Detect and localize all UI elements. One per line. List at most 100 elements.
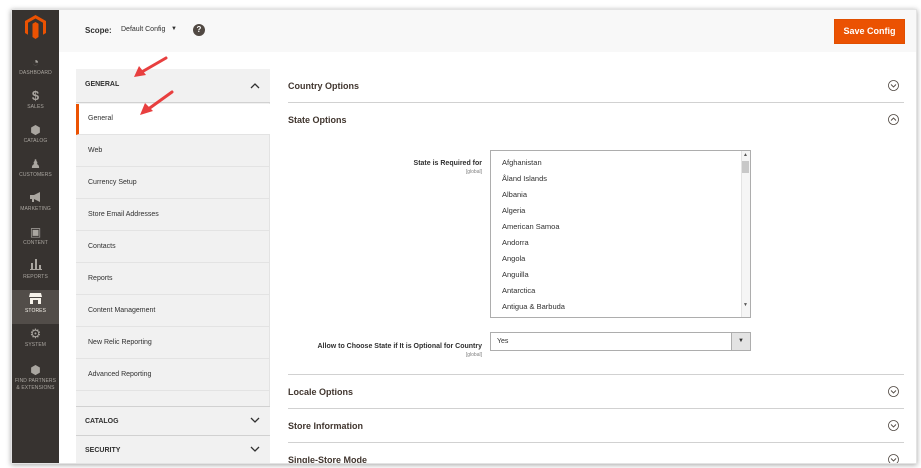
- country-option[interactable]: Algeria: [502, 206, 525, 215]
- tab-item-label: Currency Setup: [88, 179, 137, 186]
- chevron-up-icon: [250, 83, 260, 89]
- section-locale-options[interactable]: Locale Options: [288, 375, 904, 409]
- chevron-up-circle-icon[interactable]: [888, 114, 899, 125]
- country-option[interactable]: Anguilla: [502, 270, 529, 279]
- country-option[interactable]: Angola: [502, 254, 525, 263]
- tab-item-web[interactable]: Web: [76, 136, 270, 167]
- chevron-down-circle-icon: [888, 420, 899, 431]
- allow-optional-scope: [global]: [465, 352, 482, 358]
- country-option[interactable]: Andorra: [502, 238, 529, 247]
- tab-item-content-management[interactable]: Content Management: [76, 296, 270, 327]
- tab-item-store-email-addresses[interactable]: Store Email Addresses: [76, 200, 270, 231]
- tab-item-new-relic-reporting[interactable]: New Relic Reporting: [76, 328, 270, 359]
- scope-switcher[interactable]: Default Config: [121, 26, 165, 33]
- menu-label: SYSTEM: [24, 342, 47, 348]
- country-option[interactable]: Albania: [502, 190, 527, 199]
- menu-label: STORES: [24, 308, 47, 314]
- country-option[interactable]: Antigua & Barbuda: [502, 302, 565, 311]
- dashboard-icon: ◔: [31, 55, 40, 69]
- tab-item-label: Web: [88, 147, 103, 154]
- tab-section-title: CATALOG: [85, 418, 119, 425]
- bar-chart-icon: [12, 259, 59, 273]
- country-option[interactable]: American Samoa: [502, 222, 560, 231]
- menu-label: CONTENT: [23, 240, 48, 246]
- section-title[interactable]: State Options: [288, 115, 347, 125]
- section-title: Locale Options: [288, 387, 354, 397]
- person-icon: ♟: [30, 157, 41, 171]
- country-option[interactable]: Antarctica: [502, 286, 535, 295]
- caret-down-icon[interactable]: ▼: [731, 333, 750, 350]
- menu-item-stores[interactable]: STORES: [12, 290, 59, 324]
- tab-item-label: Store Email Addresses: [88, 211, 159, 218]
- menu-label: CUSTOMERS: [19, 172, 52, 178]
- save-config-button[interactable]: Save Config: [834, 19, 905, 44]
- tab-item-label: Advanced Reporting: [88, 371, 152, 378]
- magento-logo-icon[interactable]: [25, 15, 46, 39]
- tab-item-label: General: [88, 115, 113, 122]
- annotation-arrow: [140, 90, 174, 115]
- scrollbar-thumb[interactable]: [742, 161, 749, 173]
- chevron-down-circle-icon: [888, 454, 899, 463]
- chevron-down-circle-icon: [888, 386, 899, 397]
- scrollbar[interactable]: ▲ ▼: [741, 151, 750, 317]
- section-country-options[interactable]: Country Options: [288, 69, 904, 103]
- gear-icon: ⚙: [29, 326, 42, 341]
- menu-label: REPORTS: [23, 274, 48, 280]
- allow-optional-select[interactable]: Yes ▼: [490, 332, 751, 351]
- scope-label: Scope:: [85, 26, 112, 35]
- chevron-down-circle-icon: [888, 80, 899, 91]
- menu-item-customers[interactable]: ♟ CUSTOMERS: [12, 154, 59, 188]
- select-value: Yes: [497, 338, 509, 345]
- menu-label: CATALOG: [23, 138, 48, 144]
- tab-item-currency-setup[interactable]: Currency Setup: [76, 168, 270, 199]
- tab-item-label: New Relic Reporting: [88, 339, 152, 346]
- state-required-label: State is Required for: [413, 160, 482, 167]
- tab-item-label: Contacts: [88, 243, 116, 250]
- tab-item-label: Reports: [88, 275, 113, 282]
- tab-item-contacts[interactable]: Contacts: [76, 232, 270, 263]
- tab-item-label: Content Management: [88, 307, 156, 314]
- section-store-information[interactable]: Store Information: [288, 409, 904, 443]
- admin-menu: ◔ DASHBOARD $ SALES ⬢ CATALOG ♟ CUSTOMER…: [12, 10, 59, 463]
- tab-section-title: GENERAL: [85, 81, 120, 88]
- menu-item-dashboard[interactable]: ◔ DASHBOARD: [12, 52, 59, 86]
- section-title: Single-Store Mode: [288, 455, 368, 464]
- country-option[interactable]: Åland Islands: [502, 174, 547, 183]
- dollar-icon: $: [31, 88, 40, 103]
- state-required-scope: [global]: [465, 169, 482, 175]
- menu-item-reports[interactable]: REPORTS: [12, 256, 59, 290]
- menu-item-system[interactable]: ⚙ SYSTEM: [12, 324, 59, 358]
- box-icon: ⬢: [30, 123, 41, 137]
- config-tabs: GENERAL General Web Currency Setup Store…: [76, 69, 270, 463]
- extensions-icon: ⬢: [30, 363, 41, 377]
- allow-optional-label: Allow to Choose State if It is Optional …: [317, 343, 483, 350]
- store-icon: [12, 293, 59, 307]
- tab-section-security[interactable]: SECURITY: [76, 436, 270, 463]
- menu-label: FIND PARTNERS: [14, 378, 57, 384]
- scroll-down-icon[interactable]: ▼: [742, 302, 749, 308]
- menu-item-sales[interactable]: $ SALES: [12, 86, 59, 120]
- menu-label-line2: & EXTENSIONS: [16, 385, 55, 391]
- chevron-down-icon: [250, 446, 260, 452]
- annotation-arrow: [134, 56, 168, 77]
- app-window: ◔ DASHBOARD $ SALES ⬢ CATALOG ♟ CUSTOMER…: [11, 9, 917, 464]
- section-title: Country Options: [288, 81, 359, 91]
- tab-item-reports[interactable]: Reports: [76, 264, 270, 295]
- section-single-store-mode[interactable]: Single-Store Mode: [288, 443, 904, 464]
- section-title: Store Information: [288, 421, 364, 431]
- menu-label: MARKETING: [20, 206, 51, 212]
- scroll-up-icon[interactable]: ▲: [742, 152, 749, 158]
- caret-down-icon[interactable]: ▼: [171, 26, 177, 32]
- menu-item-marketing[interactable]: MARKETING: [12, 188, 59, 222]
- tab-section-catalog[interactable]: CATALOG: [76, 406, 270, 436]
- page-header: Scope: Default Config ▼ ? Save Config: [59, 10, 916, 52]
- question-icon[interactable]: ?: [193, 24, 205, 36]
- country-option[interactable]: Afghanistan: [502, 158, 542, 167]
- tab-item-advanced-reporting[interactable]: Advanced Reporting: [76, 360, 270, 391]
- menu-item-content[interactable]: ▣ CONTENT: [12, 222, 59, 256]
- menu-item-catalog[interactable]: ⬢ CATALOG: [12, 120, 59, 154]
- menu-item-find-partners[interactable]: ⬢ FIND PARTNERS & EXTENSIONS: [12, 360, 59, 400]
- megaphone-icon: [12, 191, 59, 205]
- state-required-multiselect[interactable]: Afghanistan Åland Islands Albania Algeri…: [490, 150, 751, 318]
- menu-label: DASHBOARD: [19, 70, 52, 76]
